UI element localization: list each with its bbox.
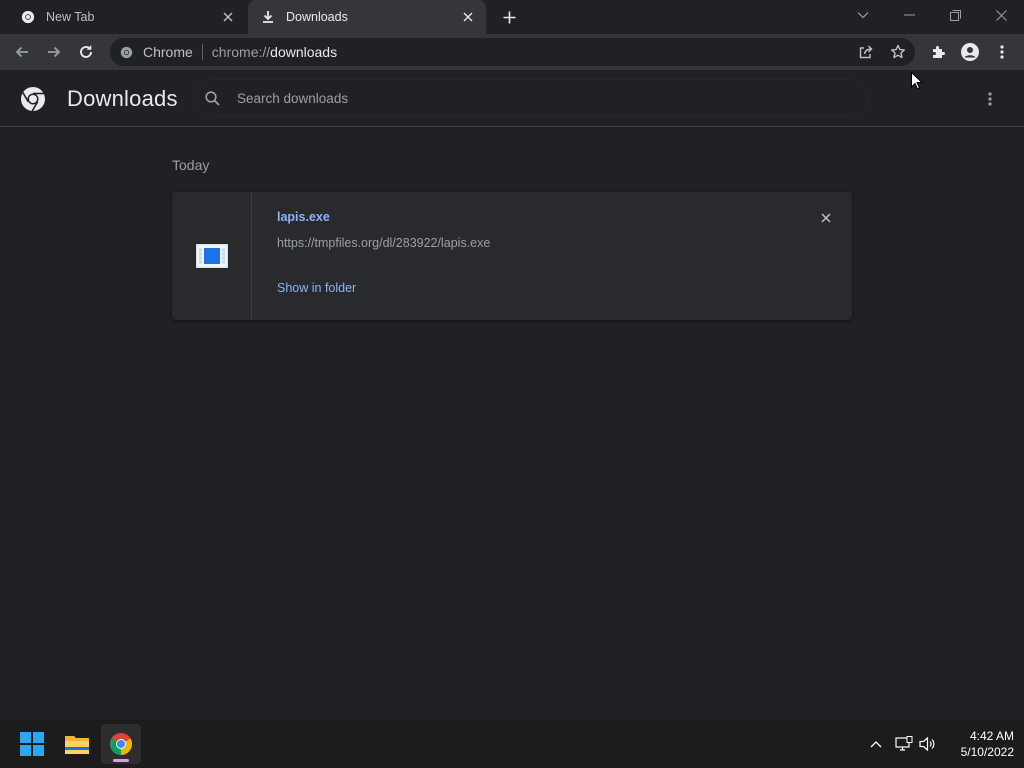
section-date: Today [172, 157, 210, 173]
executable-file-icon [196, 244, 228, 268]
new-tab-button[interactable] [498, 6, 520, 28]
url-scheme: chrome:// [211, 44, 271, 60]
site-chip[interactable]: Chrome [120, 44, 193, 60]
volume-icon[interactable] [916, 732, 940, 756]
back-button[interactable] [8, 38, 36, 66]
search-input[interactable] [237, 90, 797, 106]
tab-title: Downloads [286, 10, 348, 24]
downloads-header: Downloads [0, 70, 1024, 127]
chrome-icon [120, 45, 134, 59]
browser-toolbar: Chrome chrome://downloads [0, 34, 1024, 70]
close-icon[interactable] [458, 7, 478, 27]
site-chip-label: Chrome [143, 44, 193, 60]
download-item: lapis.exe https://tmpfiles.org/dl/283922… [172, 192, 852, 320]
chrome-logo-icon [20, 86, 46, 112]
reload-button[interactable] [72, 38, 100, 66]
system-clock[interactable]: 4:42 AM 5/10/2022 [944, 728, 1014, 760]
chevron-up-icon[interactable] [864, 732, 888, 756]
search-icon [205, 90, 221, 106]
start-button[interactable] [12, 724, 52, 764]
address-bar[interactable]: Chrome chrome://downloads [110, 38, 915, 66]
downloads-menu-icon[interactable] [978, 87, 1002, 111]
file-source-url[interactable]: https://tmpfiles.org/dl/283922/lapis.exe [277, 236, 490, 250]
restore-button[interactable] [932, 0, 978, 30]
tab-title: New Tab [46, 10, 95, 24]
url-host: downloads [270, 44, 338, 60]
extensions-icon[interactable] [924, 38, 952, 66]
tab-search-button[interactable] [840, 0, 886, 30]
minimize-button[interactable] [886, 0, 932, 30]
share-icon[interactable] [852, 38, 880, 66]
chrome-taskbar-icon[interactable] [101, 724, 141, 764]
file-icon-column [172, 192, 252, 320]
active-indicator [113, 759, 129, 762]
search-box[interactable] [194, 80, 868, 116]
remove-download-button[interactable] [816, 208, 836, 228]
divider [201, 44, 203, 60]
close-window-button[interactable] [978, 0, 1024, 30]
tab-strip: New Tab Downloads [0, 0, 1024, 34]
download-icon [260, 9, 276, 25]
chrome-menu-icon[interactable] [988, 38, 1016, 66]
chrome-icon [20, 9, 36, 25]
tab-downloads[interactable]: Downloads [248, 0, 486, 34]
bookmark-star-icon[interactable] [884, 38, 912, 66]
profile-avatar-icon[interactable] [956, 38, 984, 66]
file-explorer-icon[interactable] [57, 724, 97, 764]
file-name-link[interactable]: lapis.exe [277, 210, 330, 224]
network-icon[interactable] [892, 732, 916, 756]
tab-new-tab[interactable]: New Tab [8, 0, 246, 34]
close-icon[interactable] [218, 7, 238, 27]
mouse-cursor-icon [911, 71, 924, 95]
show-in-folder-link[interactable]: Show in folder [277, 281, 356, 295]
forward-button[interactable] [40, 38, 68, 66]
windows-taskbar: 4:42 AM 5/10/2022 [0, 720, 1024, 768]
page-title: Downloads [67, 86, 178, 111]
clock-time: 4:42 AM [969, 729, 1014, 743]
clock-date: 5/10/2022 [960, 745, 1014, 759]
